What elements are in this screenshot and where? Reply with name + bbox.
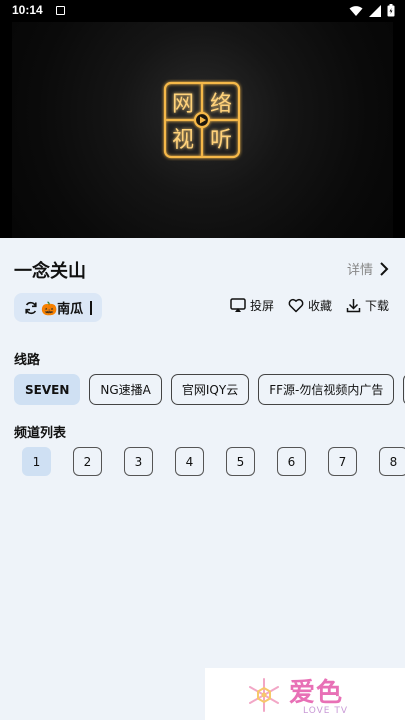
download-icon — [346, 299, 361, 313]
network-audiovisual-logo: 网 络 视 听 — [163, 81, 241, 159]
channel-button[interactable]: 3 — [124, 447, 153, 476]
action-bar: 投屏 收藏 下载 — [230, 297, 389, 314]
channel-button[interactable]: 2 — [73, 447, 102, 476]
text-cursor — [90, 300, 93, 315]
heart-icon — [288, 298, 304, 313]
video-player[interactable]: 网 络 视 听 — [0, 22, 405, 238]
channel-button[interactable]: 8 — [379, 447, 405, 476]
refresh-icon — [25, 301, 37, 314]
status-time: 10:14 — [12, 3, 43, 17]
route-chip[interactable]: SEVEN — [14, 374, 81, 405]
show-title: 一念关山 — [14, 261, 86, 282]
wifi-icon — [349, 5, 363, 16]
channel-button[interactable]: 5 — [226, 447, 255, 476]
cast-icon — [230, 298, 246, 312]
battery-icon — [387, 4, 395, 17]
channel-button[interactable]: 7 — [328, 447, 357, 476]
source-switch-button[interactable]: 🎃南瓜 — [14, 293, 103, 322]
route-chip[interactable]: NG速播A — [89, 374, 162, 405]
route-chip[interactable]: 官网IQY云 — [170, 374, 250, 405]
brand-subtitle: LOVE TV — [303, 706, 348, 716]
route-list: SEVEN NG速播A 官网IQY云 FF源-勿信视频内广告 — [14, 374, 405, 405]
status-bar: 10:14 — [0, 0, 405, 22]
logo-char-2: 络 — [210, 92, 232, 117]
logo-char-3: 视 — [172, 128, 194, 153]
favorite-label: 收藏 — [307, 299, 332, 313]
favorite-button[interactable]: 收藏 — [288, 297, 332, 314]
status-icons — [349, 4, 395, 17]
channels-heading: 频道列表 — [14, 426, 67, 441]
logo-char-1: 网 — [172, 92, 194, 117]
detail-link[interactable]: 详情 — [347, 259, 389, 278]
snowflake-logo-icon — [249, 678, 279, 712]
download-button[interactable]: 下载 — [346, 297, 389, 314]
routes-heading: 线路 — [14, 353, 41, 368]
download-label: 下载 — [364, 299, 389, 313]
channel-button[interactable]: 1 — [22, 447, 51, 476]
cast-label: 投屏 — [249, 299, 274, 313]
cast-button[interactable]: 投屏 — [230, 297, 274, 314]
route-chip[interactable]: FF源-勿信视频内广告 — [258, 374, 395, 405]
channel-button[interactable]: 6 — [277, 447, 306, 476]
logo-char-4: 听 — [210, 128, 232, 153]
channel-button[interactable]: 4 — [175, 447, 204, 476]
brand-watermark: 爱色 LOVE TV — [205, 668, 405, 720]
signal-icon — [369, 4, 381, 17]
detail-label: 详情 — [346, 263, 373, 278]
source-name: 🎃南瓜 — [41, 302, 84, 317]
channel-list: 12345678 — [22, 447, 405, 476]
notification-icon — [56, 6, 65, 15]
chevron-right-icon — [380, 261, 389, 276]
brand-name: 爱色 — [289, 678, 344, 708]
